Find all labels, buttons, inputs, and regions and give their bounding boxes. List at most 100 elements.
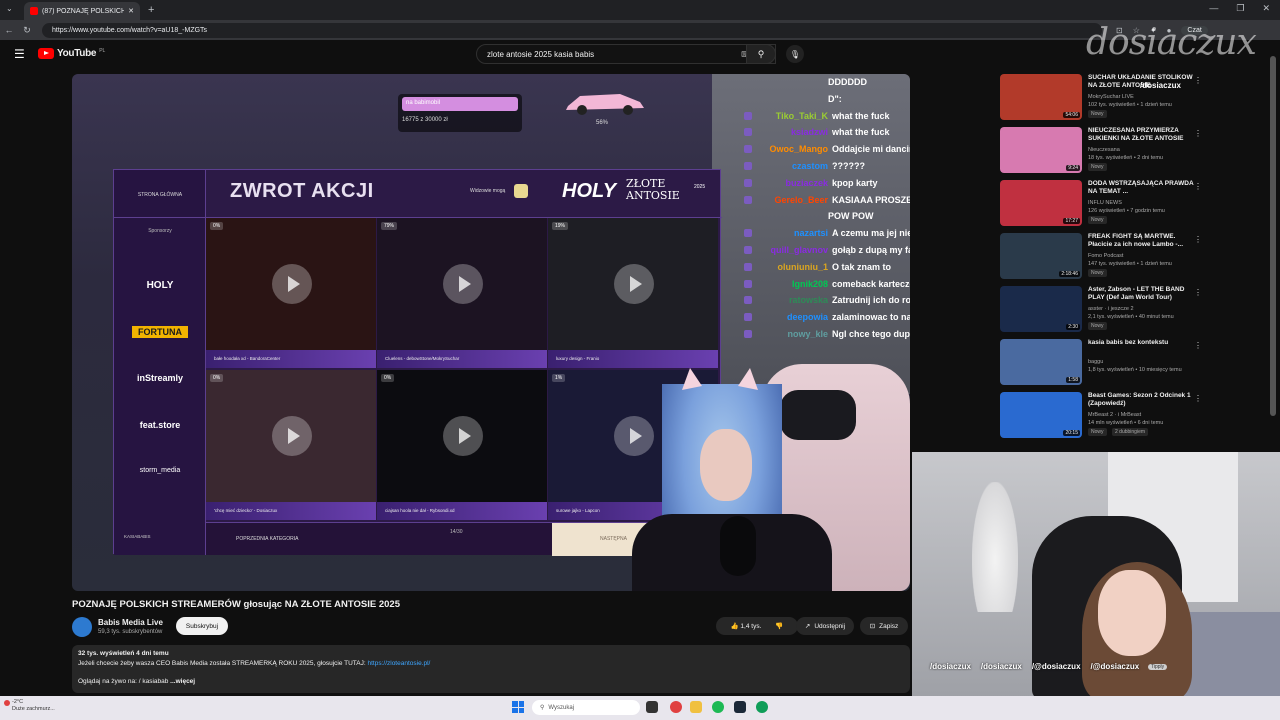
file-explorer-icon[interactable]	[690, 701, 702, 713]
chat-username: Owoc_Mango	[769, 144, 828, 155]
page-scrollbar[interactable]	[1270, 56, 1276, 416]
menu-icon[interactable]: ☰	[14, 47, 25, 61]
awards-sidebar: STRONA GŁÓWNA Sponsorzy HOLY FORTUNA inS…	[114, 170, 206, 555]
channel-name[interactable]: Babis Media Live	[98, 618, 163, 627]
video-thumbnail[interactable]: 54:06	[1000, 74, 1082, 120]
description-text: Jeżeli chcecie żeby wasza CEO Babis Medi…	[78, 660, 368, 667]
channel-name[interactable]: INFLU NEWS	[1088, 200, 1122, 206]
windows-start-icon[interactable]	[512, 701, 524, 713]
video-title[interactable]: Beast Games: Sezon 2 Odcinek 1 (Zapowied…	[1088, 392, 1198, 408]
spotify-icon[interactable]	[712, 701, 724, 713]
recommended-video[interactable]: 9:24 NIEUCZESANA PRZYMIERZA SUKIENKI NA Z…	[1000, 127, 1270, 177]
chair-headrest	[780, 390, 856, 440]
tab-search-icon[interactable]: ⌄	[6, 4, 13, 13]
recommended-video[interactable]: 2:30 Aster, Żabson - LET THE BAND PLAY (D…	[1000, 286, 1270, 336]
more-options-icon[interactable]: ⋮	[1194, 341, 1202, 350]
video-title[interactable]: DODA WSTRZĄSAJĄCA PRAWDA NA TEMAT ...	[1088, 180, 1198, 196]
back-icon[interactable]: ←	[0, 25, 18, 35]
sponsors-label: Sponsorzy	[148, 228, 172, 234]
subscribe-button[interactable]: Subskrybuj	[176, 617, 228, 635]
channel-avatar[interactable]	[72, 617, 92, 637]
video-thumbnail[interactable]: 2:30	[1000, 286, 1082, 332]
share-button[interactable]: ↗ Udostępnij	[796, 617, 854, 635]
tab-close-icon[interactable]: ✕	[128, 7, 134, 15]
browser-app-icon[interactable]	[756, 701, 768, 713]
video-thumbnail[interactable]: 1:58	[1000, 339, 1082, 385]
video-player[interactable]: na babimobil 16775 z 30000 zł 56% STRONA…	[72, 74, 910, 591]
task-view-icon[interactable]	[646, 701, 658, 713]
channel-name[interactable]: MokrySuchar LIVE	[1088, 94, 1134, 100]
like-button[interactable]: 👍 1,4 tys.	[731, 622, 762, 630]
new-badge: Nowy	[1088, 269, 1107, 277]
taskbar-search[interactable]: ⚲ Wyszukaj	[532, 700, 640, 715]
maximize-icon[interactable]: ❐	[1236, 3, 1244, 14]
video-thumbnail[interactable]: 17:27	[1000, 180, 1082, 226]
play-icon	[272, 416, 312, 456]
recommended-video[interactable]: 2:18:46 FREAK FIGHT SĄ MARTWE. Płacicie z…	[1000, 233, 1270, 283]
more-options-icon[interactable]: ⋮	[1194, 76, 1202, 85]
minimize-icon[interactable]: —	[1209, 3, 1218, 14]
new-tab-button[interactable]: +	[148, 4, 154, 16]
chat-badge-icon	[744, 178, 752, 187]
logo-text: YouTube	[57, 48, 97, 59]
url-field[interactable]: https://www.youtube.com/watch?v=aU18_-MZ…	[42, 22, 1102, 38]
more-options-icon[interactable]: ⋮	[1194, 235, 1202, 244]
video-views: 2,1 tys. wyświetleń • 40 minut temu	[1088, 314, 1174, 320]
chat-text: Zatrudnij ich do robienia emotek	[832, 295, 910, 306]
weather-temp: -2°C	[12, 699, 24, 705]
weather-icon	[4, 700, 10, 706]
reload-icon[interactable]: ↻	[18, 25, 36, 36]
recommendations: 54:06 SUCHAR UKŁADANIE STOLIKÓW NA ZŁOTE …	[1000, 74, 1270, 454]
chat-badge-icon	[744, 162, 752, 170]
recommended-video[interactable]: 20:15 Beast Games: Sezon 2 Odcinek 1 (Zap…	[1000, 392, 1270, 442]
youtube-handle: /@dosiaczux	[1031, 662, 1081, 671]
channel-name[interactable]: Nieuczesana	[1088, 147, 1120, 153]
search-button[interactable]: ⚲	[746, 44, 776, 64]
weather-widget[interactable]: -2°C Duże zachmurz...	[12, 699, 55, 713]
recommended-video[interactable]: 54:06 SUCHAR UKŁADANIE STOLIKÓW NA ZŁOTE …	[1000, 74, 1270, 124]
dislike-icon[interactable]: 👎	[775, 622, 783, 630]
video-thumbnail[interactable]: 2:18:46	[1000, 233, 1082, 279]
close-window-icon[interactable]: ✕	[1262, 3, 1270, 14]
more-options-icon[interactable]: ⋮	[1194, 288, 1202, 297]
live-channel[interactable]: / kasiabab	[139, 678, 169, 685]
search-icon: ⚲	[757, 48, 765, 59]
chat-message: nazartsi A czemu ma jej nie zdać? Japidi	[744, 225, 910, 241]
video-thumbnail[interactable]: 9:24	[1000, 127, 1082, 173]
vote-badge: 0%	[210, 374, 224, 382]
description-link[interactable]: https://zloteantosie.pl/	[367, 660, 430, 667]
video-title[interactable]: kasia babis bez kontekstu	[1088, 339, 1198, 347]
channel-name[interactable]: MrBeast 2 · i MrBeast	[1088, 412, 1141, 418]
stream-chat: DDDDDD D": Tiko_Taki_K what the fuck ksiadzw…	[744, 74, 910, 339]
channel-name[interactable]: asster · i jeszcze 2	[1088, 306, 1134, 312]
opera-icon[interactable]	[670, 701, 682, 713]
goal-percent: 56%	[596, 120, 609, 126]
chat-username: ratowska	[788, 295, 828, 306]
video-thumbnail[interactable]: 20:15	[1000, 392, 1082, 438]
chat-username: nazartsi	[793, 228, 828, 239]
chat-message: POW POW	[744, 208, 910, 224]
more-options-icon[interactable]: ⋮	[1194, 182, 1202, 191]
channel-name[interactable]: Fomo Podcast	[1088, 253, 1123, 259]
recommended-video[interactable]: 1:58 kasia babis bez kontekstu baggu 1,8 ty…	[1000, 339, 1270, 389]
steam-icon[interactable]	[734, 701, 746, 713]
description-box[interactable]: 32 tys. wyświetleń 4 dni temu Jeżeli chc…	[72, 645, 910, 693]
video-title[interactable]: FREAK FIGHT SĄ MARTWE. Płacicie za ich n…	[1088, 233, 1198, 249]
live-line: Oglądaj na żywo na: / kasiabab ...więcej	[78, 677, 904, 687]
youtube-logo[interactable]: YouTube PL	[38, 48, 105, 59]
show-more-link[interactable]: ...więcej	[170, 678, 195, 685]
video-title[interactable]: Aster, Żabson - LET THE BAND PLAY (Def J…	[1088, 286, 1198, 302]
recommended-video[interactable]: 17:27 DODA WSTRZĄSAJĄCA PRAWDA NA TEMAT .…	[1000, 180, 1270, 230]
video-views: 18 tys. wyświetleń • 2 dni temu	[1088, 155, 1163, 161]
view-date-meta: 32 tys. wyświetleń 4 dni temu	[78, 650, 169, 657]
voice-search-button[interactable]: 🎙	[786, 45, 804, 63]
search-input[interactable]: zlote antosie 2025 kasia babis	[487, 50, 741, 59]
video-title[interactable]: NIEUCZESANA PRZYMIERZA SUKIENKI NA ZŁOTE…	[1088, 127, 1198, 143]
channel-name[interactable]: baggu	[1088, 359, 1103, 365]
more-options-icon[interactable]: ⋮	[1194, 129, 1202, 138]
more-options-icon[interactable]: ⋮	[1194, 394, 1202, 403]
new-badge: Nowy	[1088, 163, 1107, 171]
save-button[interactable]: ⊡ Zapisz	[860, 617, 908, 635]
browser-tab[interactable]: (87) POZNAJĘ POLSKICH STREAM... ✕	[24, 2, 140, 20]
search-box[interactable]: zlote antosie 2025 kasia babis ⌨ ✕	[476, 44, 776, 64]
